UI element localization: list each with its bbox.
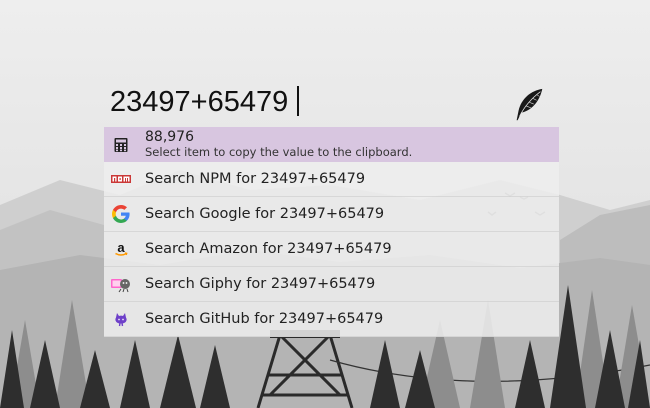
calculator-value: 88,976: [145, 128, 194, 145]
result-item-google[interactable]: Search Google for 23497+65479: [104, 197, 559, 232]
result-item-github[interactable]: Search GitHub for 23497+65479: [104, 302, 559, 337]
result-item-giphy[interactable]: Search Giphy for 23497+65479: [104, 267, 559, 302]
result-item-calculator[interactable]: 88,976 Select item to copy the value to …: [104, 127, 559, 162]
result-label-npm: Search NPM for 23497+65479: [145, 171, 366, 187]
amazon-icon: a: [104, 232, 138, 267]
calculator-result: 88,976 Select item to copy the value to …: [145, 128, 413, 160]
google-icon: [104, 197, 138, 232]
result-label-google: Search Google for 23497+65479: [145, 206, 385, 222]
calculator-icon: [104, 127, 138, 162]
github-icon: [104, 302, 138, 337]
result-item-amazon[interactable]: a Search Amazon for 23497+65479: [104, 232, 559, 267]
svg-text:a: a: [117, 241, 125, 255]
search-input[interactable]: [110, 82, 510, 122]
results-list: 88,976 Select item to copy the value to …: [104, 127, 559, 337]
result-label-github: Search GitHub for 23497+65479: [145, 311, 384, 327]
result-label-giphy: Search Giphy for 23497+65479: [145, 276, 376, 292]
result-label-amazon: Search Amazon for 23497+65479: [145, 241, 392, 257]
result-item-npm[interactable]: Search NPM for 23497+65479: [104, 162, 559, 197]
npm-icon: [104, 162, 138, 197]
text-caret: [297, 86, 299, 116]
feather-icon: [516, 88, 543, 121]
giphy-icon: [104, 267, 138, 302]
calculator-hint: Select item to copy the value to the cli…: [145, 145, 413, 160]
launcher-window: 88,976 Select item to copy the value to …: [0, 0, 650, 408]
